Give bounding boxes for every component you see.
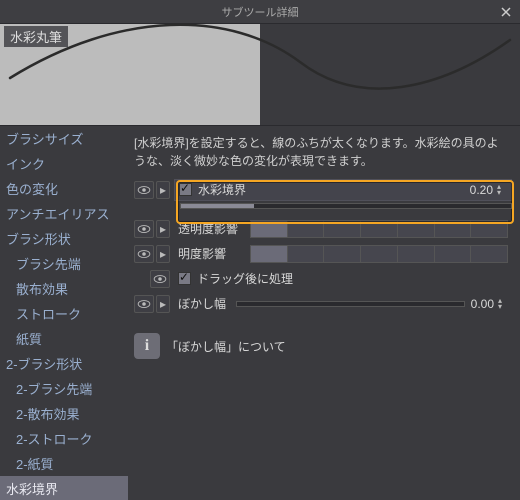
category-sidebar: ブラシサイズインク色の変化アンチエイリアスブラシ形状ブラシ先端散布効果ストローク… bbox=[0, 126, 128, 500]
stroke-preview bbox=[0, 0, 520, 102]
brush-name-tag: 水彩丸筆 bbox=[4, 26, 68, 47]
blur-width-value: 0.00 bbox=[471, 297, 496, 311]
expand-icon[interactable]: ▸ bbox=[156, 245, 170, 263]
process-after-drag-label: ドラッグ後に処理 bbox=[197, 270, 293, 287]
blur-width-label: ぼかし幅 bbox=[178, 295, 234, 312]
info-icon: i bbox=[134, 333, 160, 359]
panel-description: [水彩境界]を設定すると、線のふちが太くなります。水彩絵の具のような、淡く微妙な… bbox=[134, 134, 508, 170]
watercolor-edge-checkbox[interactable] bbox=[179, 183, 192, 196]
sidebar-item-14[interactable]: 水彩境界 bbox=[0, 476, 128, 500]
watercolor-edge-label: 水彩境界 bbox=[198, 181, 246, 198]
sidebar-item-3[interactable]: アンチエイリアス bbox=[0, 201, 128, 226]
process-after-drag-checkbox[interactable] bbox=[178, 272, 191, 285]
sidebar-item-4[interactable]: ブラシ形状 bbox=[0, 226, 128, 251]
watercolor-edge-slider[interactable] bbox=[180, 203, 512, 209]
eye-icon[interactable] bbox=[134, 181, 154, 199]
sidebar-item-8[interactable]: 紙質 bbox=[0, 326, 128, 351]
eye-icon[interactable] bbox=[150, 270, 170, 288]
brush-preview bbox=[0, 24, 520, 126]
info-label: 「ぼかし幅」について bbox=[166, 338, 286, 355]
sidebar-item-5[interactable]: ブラシ先端 bbox=[0, 251, 128, 276]
sidebar-item-9[interactable]: 2-ブラシ形状 bbox=[0, 351, 128, 376]
sidebar-item-11[interactable]: 2-散布効果 bbox=[0, 401, 128, 426]
expand-icon[interactable]: ▸ bbox=[156, 220, 170, 238]
brightness-effect-label: 明度影響 bbox=[178, 245, 250, 262]
sidebar-item-10[interactable]: 2-ブラシ先端 bbox=[0, 376, 128, 401]
sidebar-item-2[interactable]: 色の変化 bbox=[0, 176, 128, 201]
opacity-effect-segments[interactable] bbox=[250, 220, 508, 238]
sidebar-item-12[interactable]: 2-ストローク bbox=[0, 426, 128, 451]
expand-icon[interactable]: ▸ bbox=[156, 181, 170, 199]
watercolor-edge-value: 0.20 bbox=[470, 183, 495, 197]
sidebar-item-13[interactable]: 2-紙質 bbox=[0, 451, 128, 476]
expand-icon[interactable]: ▸ bbox=[156, 295, 170, 313]
settings-panel: [水彩境界]を設定すると、線のふちが太くなります。水彩絵の具のような、淡く微妙な… bbox=[128, 126, 520, 500]
blur-width-spinner[interactable]: ▴▾ bbox=[498, 298, 508, 310]
brightness-effect-segments[interactable] bbox=[250, 245, 508, 263]
opacity-effect-label: 透明度影響 bbox=[178, 220, 250, 237]
watercolor-edge-spinner[interactable]: ▴▾ bbox=[497, 184, 507, 196]
eye-icon[interactable] bbox=[134, 295, 154, 313]
sidebar-item-1[interactable]: インク bbox=[0, 151, 128, 176]
sidebar-item-0[interactable]: ブラシサイズ bbox=[0, 126, 128, 151]
sidebar-item-7[interactable]: ストローク bbox=[0, 301, 128, 326]
sidebar-item-6[interactable]: 散布効果 bbox=[0, 276, 128, 301]
eye-icon[interactable] bbox=[134, 220, 154, 238]
eye-icon[interactable] bbox=[134, 245, 154, 263]
blur-width-slider[interactable] bbox=[236, 301, 465, 307]
